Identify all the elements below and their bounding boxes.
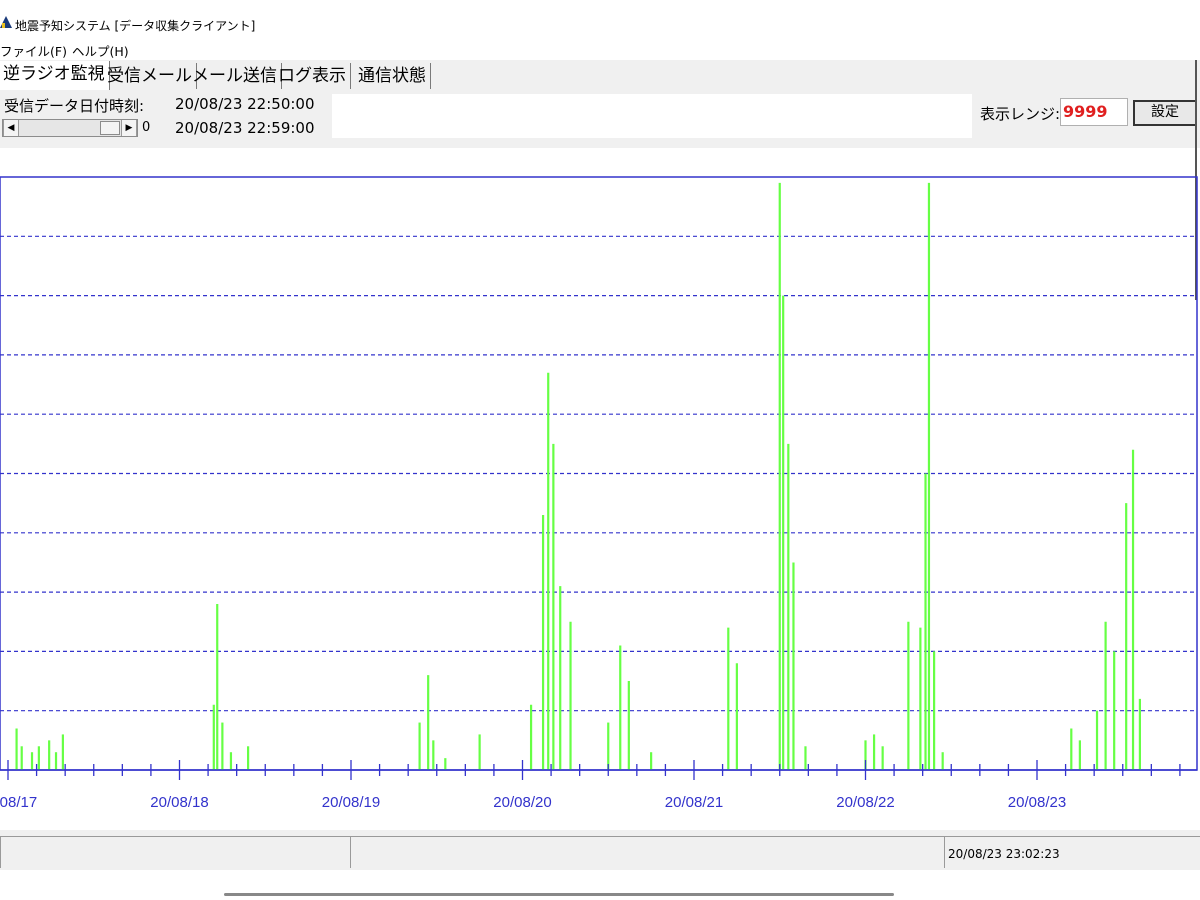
home-indicator	[224, 893, 894, 896]
received-start-datetime: 20/08/23 22:50:00	[175, 95, 315, 113]
display-range-input[interactable]: 9999	[1060, 98, 1128, 126]
menu-bar	[0, 40, 1200, 60]
scroll-thumb[interactable]	[100, 121, 120, 135]
status-timestamp: 20/08/23 23:02:23	[948, 847, 1060, 861]
x-tick-label: 20/08/23	[1008, 794, 1066, 811]
tab-received-mail[interactable]: 受信メール	[104, 63, 197, 89]
info-blank-panel	[332, 94, 972, 138]
menu-file[interactable]: ファイル(F)	[0, 41, 67, 60]
received-end-datetime: 20/08/23 22:59:00	[175, 119, 315, 137]
x-tick-label: 20/08/19	[322, 794, 380, 811]
x-tick-label: 20/08/21	[665, 794, 723, 811]
scroll-left-icon[interactable]: ◀	[3, 120, 19, 136]
time-scrollbar[interactable]: ◀ ▶	[2, 119, 138, 137]
menu-help[interactable]: ヘルプ(H)	[72, 41, 129, 60]
scroll-right-icon[interactable]: ▶	[121, 120, 137, 136]
x-tick-label: 20/08/22	[836, 794, 894, 811]
tab-reverse-radio-monitor[interactable]: 逆ラジオ監視	[0, 61, 110, 90]
status-panel-2	[350, 836, 944, 868]
title-bar: 地震予知システム [データ収集クライアント]	[0, 0, 1200, 40]
scroll-value: 0	[142, 120, 151, 135]
display-range-label: 表示レンジ:	[980, 105, 1061, 123]
x-tick-label: 20/08/17	[0, 794, 37, 811]
window-title: 地震予知システム [データ収集クライアント]	[15, 19, 256, 33]
tab-log-view[interactable]: ログ表示	[275, 63, 351, 89]
tab-send-mail[interactable]: メール送信	[189, 63, 282, 89]
tab-communication-status[interactable]: 通信状態	[355, 63, 431, 89]
status-panel-1	[0, 836, 350, 868]
x-tick-label: 20/08/20	[493, 794, 551, 811]
app-icon	[0, 16, 12, 28]
received-datetime-label: 受信データ日付時刻:	[4, 97, 145, 115]
x-tick-label: 20/08/18	[150, 794, 208, 811]
set-button[interactable]: 設定	[1133, 100, 1197, 126]
chart: 20/08/17 20/08/18 20/08/19 20/08/20 20/08/21…	[0, 176, 1198, 811]
